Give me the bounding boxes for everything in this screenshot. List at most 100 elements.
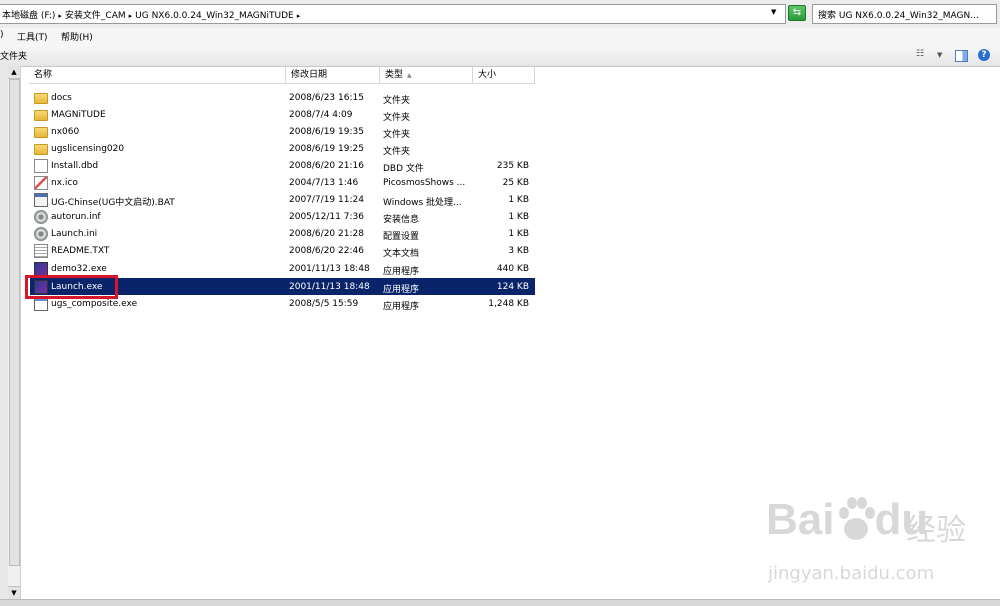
file-row[interactable]: ugslicensing020 2008/6/19 19:25 文件夹 [30,140,535,157]
file-type: 文件夹 [383,96,411,106]
settings-file-icon [34,227,48,241]
file-date: 2008/7/4 4:09 [289,110,353,120]
folder-icon [34,127,48,138]
address-dropdown-icon[interactable]: ▼ [771,8,776,16]
scroll-down-icon[interactable]: ▼ [8,586,20,599]
file-date: 2005/12/11 7:36 [289,212,364,222]
scroll-thumb[interactable] [9,79,20,566]
watermark-cn-text: 经验 [906,513,966,548]
file-row[interactable]: Launch.ini 2008/6/20 21:28 配置设置 1 KB [30,225,535,242]
column-label-size: 大小 [478,70,497,80]
refresh-icon: ⇆ [792,7,802,18]
file-date: 2008/6/23 16:15 [289,93,364,103]
file-row[interactable]: nx060 2008/6/19 19:35 文件夹 [30,123,535,140]
file-name: ugs_composite.exe [51,299,138,309]
sort-ascending-icon: ▲ [407,72,412,79]
image-file-icon [34,176,48,190]
navigation-scrollbar[interactable]: ▲ ▼ [8,66,21,601]
column-header-size[interactable]: 大小 [473,67,535,84]
menu-item-view-partial[interactable]: ) [0,30,4,40]
folders-button[interactable]: 文件夹 [0,49,27,62]
column-label-name: 名称 [34,70,53,80]
scroll-up-icon[interactable]: ▲ [8,66,20,79]
breadcrumb-folder-current[interactable]: UG NX6.0.0.24_Win32_MAGNiTUDE [135,11,294,21]
file-type: DBD 文件 [383,164,424,174]
file-type: 文本文档 [383,249,420,259]
file-size: 1 KB [508,212,529,222]
file-row[interactable]: nx.ico 2004/7/13 1:46 PicosmosShows ... … [30,174,535,191]
file-date: 2001/11/13 18:48 [289,282,370,292]
file-date: 2008/5/5 15:59 [289,299,359,309]
exe-icon [34,262,48,276]
file-date: 2004/7/13 1:46 [289,178,359,188]
file-row[interactable]: UG-Chinse(UG中文启动).BAT 2007/7/19 11:24 Wi… [30,191,535,208]
file-row[interactable]: docs 2008/6/23 16:15 文件夹 [30,89,535,106]
navigation-pane [0,66,8,601]
file-date: 2008/6/19 19:25 [289,144,364,154]
file-size: 440 KB [496,264,529,274]
file-date: 2001/11/13 18:48 [289,264,370,274]
menu-item-help[interactable]: 帮助(H) [61,30,93,43]
breadcrumb-drive[interactable]: 本地磁盘 (F:) [2,11,55,21]
file-name: autorun.inf [51,212,101,222]
file-size: 25 KB [502,178,529,188]
views-dropdown-icon[interactable]: ▼ [937,51,942,59]
text-file-icon [34,244,48,258]
application-icon [34,297,48,311]
file-row[interactable]: MAGNiTUDE 2008/7/4 4:09 文件夹 [30,106,535,123]
file-date: 2008/6/20 21:16 [289,161,364,171]
file-date: 2008/6/20 21:28 [289,229,364,239]
file-size: 124 KB [496,282,529,292]
file-size: 235 KB [496,161,529,171]
preview-pane-icon[interactable] [955,50,968,62]
column-header-name[interactable]: 名称 [29,67,286,84]
file-size: 1 KB [508,229,529,239]
search-input[interactable]: 搜索 UG NX6.0.0.24_Win32_MAGN... [812,4,997,24]
baidu-paw-icon [839,497,875,540]
breadcrumb-folder-install[interactable]: 安装文件_CAM [65,11,126,21]
watermark-url: jingyan.baidu.com [768,563,935,584]
file-row[interactable]: README.TXT 2008/6/20 22:46 文本文档 3 KB [30,242,535,259]
file-date: 2008/6/20 22:46 [289,246,364,256]
file-name: demo32.exe [51,264,107,274]
file-icon [34,159,48,173]
file-row[interactable]: autorun.inf 2005/12/11 7:36 安装信息 1 KB [30,208,535,225]
go-refresh-button[interactable]: ⇆ [788,5,806,21]
breadcrumb-separator[interactable]: ▸ [58,12,62,20]
column-header-type[interactable]: 类型 ▲ [380,67,473,84]
column-label-type: 类型 [385,70,404,80]
toolbar: 文件夹 ☷ ▼ ? [0,44,1000,67]
breadcrumb-separator[interactable]: ▸ [129,12,133,20]
column-header-date[interactable]: 修改日期 [286,67,380,84]
address-bar[interactable]: 本地磁盘 (F:) ▸ 安装文件_CAM ▸ UG NX6.0.0.24_Win32_M… [0,4,786,24]
file-type: 文件夹 [383,147,411,157]
views-icon[interactable]: ☷ [916,49,924,59]
search-placeholder: 搜索 UG NX6.0.0.24_Win32_MAGN... [818,11,979,21]
file-type: PicosmosShows ... [383,178,466,188]
watermark-logo-text: Bai [766,495,835,544]
file-name: MAGNiTUDE [51,110,106,120]
folder-icon [34,110,48,121]
file-date: 2007/7/19 11:24 [289,195,364,205]
menu-item-tools[interactable]: 工具(T) [17,30,48,43]
file-row[interactable]: Install.dbd 2008/6/20 21:16 DBD 文件 235 K… [30,157,535,174]
file-name: Install.dbd [51,161,99,171]
file-type: 应用程序 [383,285,420,295]
file-type: Windows 批处理... [383,198,462,208]
file-name: Launch.ini [51,229,98,239]
file-type: 应用程序 [383,267,420,277]
file-name: nx060 [51,127,80,137]
help-icon[interactable]: ? [978,49,990,61]
file-name: nx.ico [51,178,78,188]
file-type: 应用程序 [383,302,420,312]
file-size: 1,248 KB [488,299,529,309]
breadcrumb-separator[interactable]: ▸ [297,12,301,20]
file-type: 文件夹 [383,113,411,123]
folder-icon [34,144,48,155]
file-name: README.TXT [51,246,110,256]
breadcrumb: 本地磁盘 (F:) ▸ 安装文件_CAM ▸ UG NX6.0.0.24_Win32_M… [2,8,303,21]
settings-file-icon [34,210,48,224]
file-name: docs [51,93,72,103]
highlight-annotation-box [25,275,118,299]
address-bar-area: 本地磁盘 (F:) ▸ 安装文件_CAM ▸ UG NX6.0.0.24_Win32_M… [0,0,1000,29]
